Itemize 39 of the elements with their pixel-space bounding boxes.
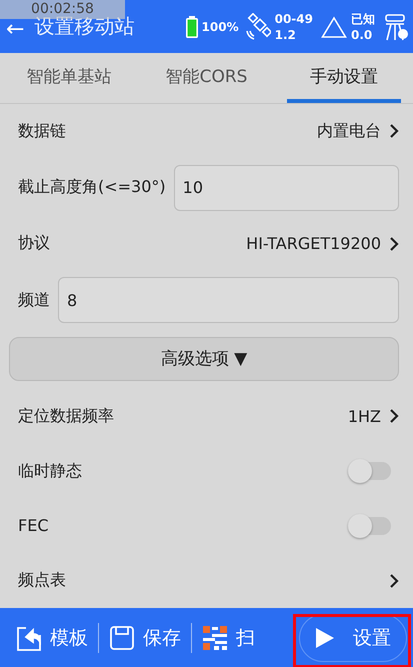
- receiver-icon[interactable]: [383, 12, 409, 42]
- setting-label: 频点表: [18, 570, 66, 592]
- input-field[interactable]: 8: [58, 277, 399, 324]
- setting-label: 临时静态: [18, 460, 82, 482]
- toggle-switch[interactable]: [351, 516, 391, 535]
- toolbar-action[interactable]: 模板: [10, 624, 94, 650]
- satellite-icon: [244, 12, 271, 40]
- setting-label: 定位数据频率: [18, 406, 114, 427]
- advanced-options-button[interactable]: 高级选项 ▼: [9, 336, 399, 381]
- back-button[interactable]: ←: [0, 20, 34, 40]
- chevron-icon: [389, 123, 399, 140]
- triangle-icon: [321, 16, 347, 38]
- tab[interactable]: 智能单基站: [12, 53, 126, 103]
- satellite-count: 00-49: [274, 10, 313, 26]
- setting-label: 截止高度角(<=30°): [18, 177, 166, 198]
- setting-value[interactable]: 1HZ: [348, 406, 381, 426]
- setting-label: 频道: [18, 290, 50, 311]
- play-icon: [315, 626, 335, 648]
- tab[interactable]: 智能CORS: [150, 53, 264, 103]
- setting-label: 协议: [18, 233, 50, 254]
- return-arrow-icon: [16, 624, 42, 650]
- setting-label: FEC: [18, 516, 48, 536]
- setting-label: 数据链: [18, 120, 66, 142]
- input-field[interactable]: 10: [174, 164, 399, 211]
- toolbar-action[interactable]: 保存: [103, 624, 187, 650]
- battery-level: 100%: [202, 20, 239, 34]
- setting-value[interactable]: HI-TARGET19200: [246, 234, 381, 254]
- qr-code-icon: [202, 624, 228, 650]
- chevron-icon: [389, 236, 399, 252]
- chevron-icon: [389, 572, 399, 589]
- toolbar-action[interactable]: 扫: [196, 624, 261, 650]
- tab[interactable]: 手动设置: [287, 53, 402, 103]
- chevron-icon: [389, 408, 399, 424]
- toggle-switch[interactable]: [351, 462, 391, 480]
- satellite-pdop: 1.2: [274, 26, 297, 42]
- battery-icon: [186, 16, 198, 38]
- setting-value[interactable]: 内置电台: [317, 120, 381, 142]
- solution-age: 0.0: [351, 26, 374, 42]
- solution-status: 已知: [351, 10, 375, 26]
